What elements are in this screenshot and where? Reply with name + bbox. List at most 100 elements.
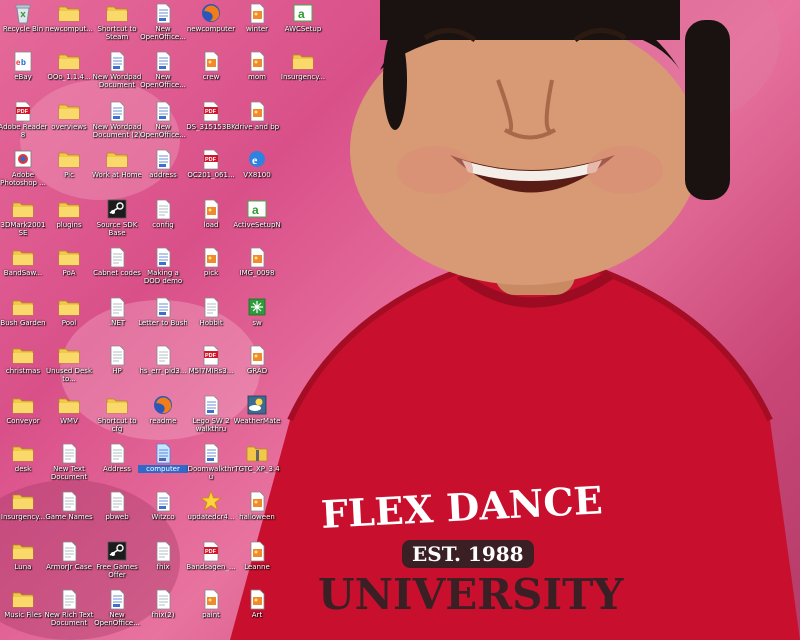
desktop-icon[interactable]: New Wordpad Document (2) — [93, 100, 141, 146]
desktop-icon[interactable]: Luna — [0, 540, 46, 586]
desktop-icon[interactable]: Witzco — [140, 490, 186, 536]
desktop-icon[interactable]: Game Names — [45, 490, 93, 536]
desktop-icon[interactable]: Shortcut to Steam — [94, 2, 140, 48]
desktop-icon[interactable]: HP — [94, 344, 140, 390]
desktop-icon[interactable]: Bush Garden — [0, 296, 46, 342]
pdf-icon: PDF — [203, 541, 219, 562]
desktop-icon[interactable]: Pool — [46, 296, 92, 342]
desktop-icon[interactable]: WMV — [46, 394, 92, 440]
svg-text:a: a — [252, 203, 259, 217]
desktop-icon[interactable]: Cabnet codes — [93, 246, 141, 292]
desktop-icon-label: config — [152, 221, 174, 229]
desktop-icon-label: New OpenOffice... — [140, 73, 186, 89]
desktop-icon[interactable]: config — [140, 198, 186, 244]
desktop-icon[interactable]: Pic — [46, 148, 92, 194]
desktop-icon[interactable]: New OpenOffice... — [140, 50, 186, 96]
desktop-icon[interactable]: computer — [138, 442, 188, 488]
desktop-icon[interactable]: PDF Bandsagen_... — [186, 540, 236, 586]
folder-icon — [12, 300, 34, 316]
desktop-icon[interactable]: e b eBay — [0, 50, 46, 96]
desktop-icon[interactable]: WeatherMate — [234, 394, 280, 440]
desktop-icon[interactable]: load — [188, 198, 234, 244]
desktop-icon[interactable]: New OpenOffice... — [140, 100, 186, 146]
desktop-icon[interactable]: New Text Document — [46, 442, 92, 488]
pdf-icon: PDF — [203, 101, 219, 122]
desktop-icon[interactable]: Conveyor — [0, 394, 46, 440]
desktop-icon[interactable]: a AWCSetup — [280, 2, 326, 48]
desktop-icon[interactable]: New OpenOffice... — [94, 588, 140, 634]
shirt-print: FLEX DANCE EST. 1988 UNIVERSITY — [310, 477, 623, 630]
firefox-icon — [202, 4, 220, 22]
desktop-icon[interactable]: fhix(2) — [140, 588, 186, 634]
desktop-icon[interactable]: GRAD — [234, 344, 280, 390]
desktop-icon[interactable]: .NET — [94, 296, 140, 342]
folder-icon — [12, 544, 34, 560]
desktop-icon[interactable]: overviews — [46, 100, 92, 146]
desktop-icon[interactable]: Hobbit — [188, 296, 234, 342]
desktop-icon[interactable]: 3DMark2001 SE — [0, 198, 46, 244]
desktop-icon[interactable]: desk — [0, 442, 46, 488]
desktop-icon[interactable]: crew — [188, 50, 234, 96]
desktop-icon[interactable]: ArmorJr Case — [46, 540, 92, 586]
desktop-icon[interactable]: IMG_0098 — [234, 246, 280, 292]
desktop-icon[interactable]: Shortcut to cfg — [94, 394, 140, 440]
desktop-icon[interactable]: sw — [234, 296, 280, 342]
desktop-icon[interactable]: updatedcr4... — [188, 490, 234, 536]
desktop-icon-label: BandSaw... — [3, 269, 43, 277]
desktop-icon[interactable]: pick — [188, 246, 234, 292]
desktop-icon-label: hs_err_pid3... — [139, 367, 187, 375]
desktop-icon[interactable]: hs_err_pid3... — [140, 344, 186, 390]
desktop-icon[interactable]: pbweb — [94, 490, 140, 536]
desktop-icon[interactable]: TGTC_XP_3.4 — [234, 442, 280, 488]
desktop-icon[interactable]: Leanne — [234, 540, 280, 586]
desktop-icon[interactable]: PDF DS_315153BK — [186, 100, 236, 146]
desktop-icon[interactable]: Source SDK Base — [94, 198, 140, 244]
desktop-icon[interactable]: Recycle Bin — [0, 2, 46, 48]
desktop[interactable]: FLEX DANCE EST. 1988 UNIVERSITY Recycle … — [0, 0, 800, 640]
desktop-icon[interactable]: winter — [234, 2, 280, 48]
text-file-icon — [110, 247, 125, 268]
desktop-icon[interactable]: a ActiveSetupN — [233, 198, 281, 244]
desktop-icon-label: computer — [138, 465, 188, 473]
desktop-icon[interactable]: Insurgency... — [280, 50, 326, 96]
desktop-icon[interactable]: New OpenOffice... — [140, 2, 186, 48]
desktop-icon[interactable]: New Rich Text Document — [45, 588, 93, 634]
desktop-icon[interactable]: newcomput... — [45, 2, 93, 48]
desktop-icon-label: drive and bp — [234, 123, 280, 131]
desktop-icon[interactable]: address — [140, 148, 186, 194]
desktop-icon[interactable]: Doomwalkthru — [188, 442, 234, 488]
document-icon — [156, 101, 171, 122]
desktop-icon[interactable]: Making a DOD demo — [140, 246, 186, 292]
desktop-icon[interactable]: christmas — [0, 344, 46, 390]
desktop-icon[interactable]: Adobe Photoshop ... — [0, 148, 46, 194]
desktop-icon[interactable]: OOo_1.1.4... — [46, 50, 92, 96]
desktop-icon[interactable]: Work at Home — [92, 148, 142, 194]
desktop-icon[interactable]: PDF OC201_061... — [187, 148, 235, 194]
desktop-icon[interactable]: plugins — [46, 198, 92, 244]
desktop-icon[interactable]: fhix — [140, 540, 186, 586]
svg-text:b: b — [21, 58, 26, 67]
desktop-icon[interactable]: PDF M5I7MIRs3... — [188, 344, 234, 390]
desktop-icon[interactable]: Free Games Offer — [94, 540, 140, 586]
desktop-icon[interactable]: New Wordpad Document — [93, 50, 141, 96]
desktop-icon[interactable]: drive and bp — [234, 100, 280, 146]
desktop-icon[interactable]: Address — [94, 442, 140, 488]
desktop-icon[interactable]: Insurgency... — [0, 490, 46, 536]
desktop-icon[interactable]: halloween — [234, 490, 280, 536]
desktop-icon[interactable]: PDF Adobe Reader 8 — [0, 100, 48, 146]
desktop-icon[interactable]: readme — [140, 394, 186, 440]
desktop-icon-label: Cabnet codes — [93, 269, 141, 277]
desktop-icon[interactable]: BandSaw... — [0, 246, 46, 292]
desktop-icon[interactable]: paint — [188, 588, 234, 634]
desktop-icon[interactable]: Letter to Bush — [138, 296, 188, 342]
desktop-icon[interactable]: PoA — [46, 246, 92, 292]
desktop-icon[interactable]: Music Files — [0, 588, 46, 634]
desktop-icon[interactable]: Art — [234, 588, 280, 634]
desktop-icon[interactable]: Lego SW 2 walkthru — [188, 394, 234, 440]
desktop-icon[interactable]: mom — [234, 50, 280, 96]
desktop-icon[interactable]: newcomputer — [187, 2, 235, 48]
desktop-icon[interactable]: Unused Desk to... — [46, 344, 92, 390]
desktop-icon-label: Music Files — [4, 611, 42, 619]
desktop-icon[interactable]: e VX8100 — [234, 148, 280, 194]
image-icon — [250, 345, 265, 366]
